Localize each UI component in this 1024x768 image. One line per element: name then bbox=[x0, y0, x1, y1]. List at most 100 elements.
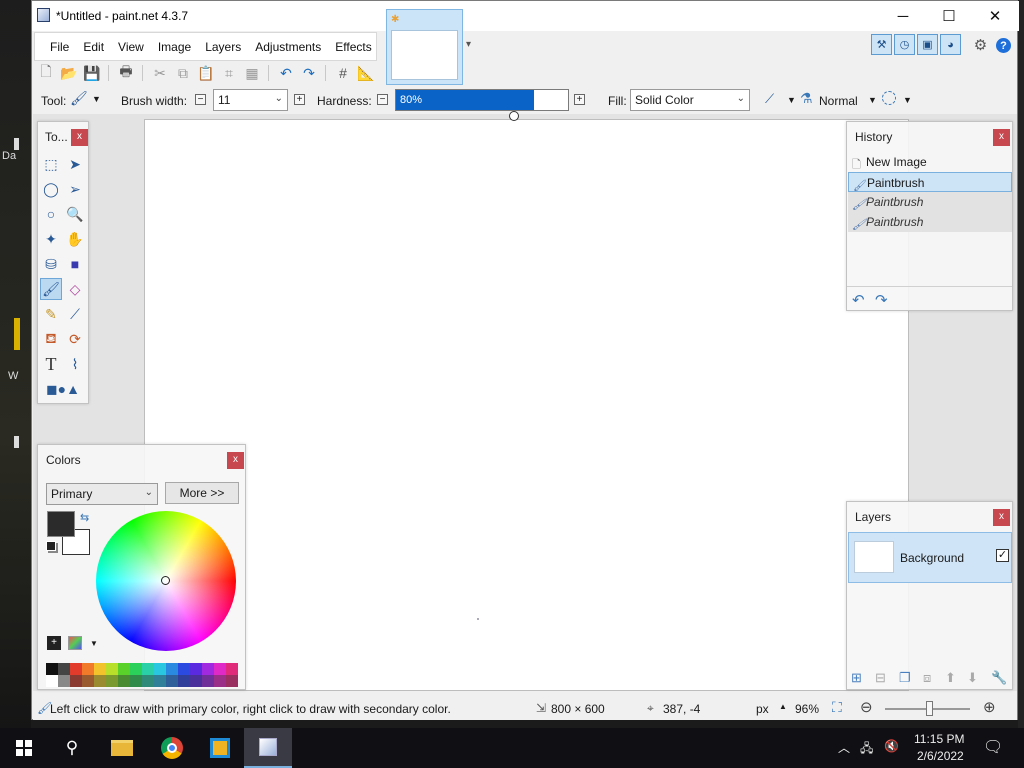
paint-bucket-icon[interactable]: ⛁ bbox=[40, 253, 62, 275]
recolor-icon[interactable]: ⟳ bbox=[64, 328, 86, 350]
tray-chevron-up-icon[interactable]: ︿ bbox=[838, 739, 850, 756]
volume-muted-icon[interactable]: 🔇 bbox=[884, 739, 899, 753]
crop-icon[interactable]: ⌗ bbox=[220, 64, 238, 82]
zoom-icon[interactable]: 🔍 bbox=[64, 203, 86, 225]
magic-wand-icon[interactable]: ✦ bbox=[40, 228, 62, 250]
selection-mode-chevron-icon[interactable]: ▼ bbox=[903, 95, 912, 105]
history-item-undone[interactable]: 🖌 Paintbrush bbox=[848, 192, 1012, 212]
blend-mode-chevron-icon[interactable]: ▼ bbox=[868, 95, 877, 105]
menu-effects[interactable]: Effects bbox=[328, 36, 378, 58]
menu-edit[interactable]: Edit bbox=[76, 36, 111, 58]
save-icon[interactable]: 💾 bbox=[83, 64, 101, 82]
grid-icon[interactable]: # bbox=[334, 64, 352, 82]
history-toggle-clock-icon[interactable]: ◷ bbox=[894, 34, 915, 55]
primary-color-swatch[interactable] bbox=[47, 511, 75, 537]
history-redo-icon[interactable]: ↷ bbox=[875, 291, 888, 309]
redo-icon[interactable]: ↷ bbox=[300, 64, 318, 82]
paste-icon[interactable]: 📋 bbox=[197, 64, 215, 82]
deselect-icon[interactable]: ▦ bbox=[243, 64, 261, 82]
lasso-select-icon[interactable]: ◯ bbox=[40, 178, 62, 200]
pencil-icon[interactable]: ✎ bbox=[40, 303, 62, 325]
paintbrush-icon[interactable]: 🖌 bbox=[40, 278, 62, 300]
add-layer-icon[interactable]: ⊞ bbox=[851, 670, 862, 686]
color-wheel-cursor[interactable] bbox=[161, 576, 170, 585]
layers-toggle-icon[interactable]: ▣ bbox=[917, 34, 938, 55]
network-icon[interactable]: 🖧 bbox=[860, 739, 873, 760]
hardness-increase-button[interactable]: + bbox=[574, 94, 585, 105]
canvas-resize-handle[interactable] bbox=[509, 111, 519, 121]
image-tab-thumbnail[interactable]: ✱ bbox=[386, 9, 463, 85]
color-mode-select[interactable]: Primary ⌄ bbox=[46, 483, 158, 505]
gradient-icon[interactable]: ■ bbox=[64, 253, 86, 275]
color-palette[interactable] bbox=[46, 663, 238, 687]
zoom-out-icon[interactable]: ⊖ bbox=[860, 698, 873, 716]
file-explorer-icon[interactable] bbox=[98, 728, 146, 768]
paintbrush-tool-icon[interactable]: 🖌 bbox=[70, 90, 88, 107]
history-panel-close-button[interactable]: x bbox=[993, 129, 1010, 146]
line-curve-icon[interactable]: ⌇ bbox=[64, 353, 86, 375]
history-undo-icon[interactable]: ↶ bbox=[852, 291, 865, 309]
selection-mode-icon[interactable] bbox=[882, 91, 896, 105]
layer-row[interactable]: Background ✓ bbox=[848, 532, 1012, 583]
units-up-icon[interactable]: ▲ bbox=[779, 702, 787, 711]
settings-gear-icon[interactable]: ⚙ bbox=[970, 34, 991, 55]
move-selection-icon[interactable]: ➢ bbox=[64, 178, 86, 200]
history-item-selected[interactable]: 🖌 Paintbrush bbox=[848, 172, 1012, 192]
color-picker-icon[interactable]: ⟋ bbox=[64, 303, 86, 325]
title-bar[interactable]: *Untitled - paint.net 4.3.7 ─ ☐ ✕ bbox=[32, 1, 1019, 31]
tools-toggle-hammer-icon[interactable]: ⚒ bbox=[871, 34, 892, 55]
virtualbox-icon[interactable] bbox=[196, 728, 244, 768]
add-color-icon[interactable]: + bbox=[47, 636, 61, 650]
copy-icon[interactable]: ⧉ bbox=[174, 64, 192, 82]
brush-width-decrease-button[interactable]: − bbox=[195, 94, 206, 105]
antialiasing-chevron-icon[interactable]: ▼ bbox=[787, 95, 796, 105]
layer-properties-wrench-icon[interactable]: 🔧 bbox=[991, 670, 1007, 686]
duplicate-layer-icon[interactable]: ❐ bbox=[899, 670, 911, 686]
chrome-icon[interactable] bbox=[148, 728, 196, 768]
zoom-value[interactable]: 96% bbox=[795, 702, 819, 716]
open-folder-icon[interactable]: 📂 bbox=[60, 64, 78, 82]
new-file-icon[interactable]: 🗋 bbox=[37, 63, 55, 82]
minimize-button[interactable]: ─ bbox=[880, 1, 926, 31]
eraser-icon[interactable]: ◇ bbox=[64, 278, 86, 300]
hardness-decrease-button[interactable]: − bbox=[377, 94, 388, 105]
menu-layers[interactable]: Layers bbox=[198, 36, 248, 58]
brush-width-select[interactable]: 11 ⌄ bbox=[213, 89, 288, 111]
ellipse-select-icon[interactable]: ○ bbox=[40, 203, 62, 225]
colors-toggle-wheel-icon[interactable]: ◕ bbox=[940, 34, 961, 55]
zoom-slider-thumb[interactable] bbox=[926, 701, 933, 716]
pan-hand-icon[interactable]: ✋ bbox=[64, 228, 86, 250]
antialiasing-icon[interactable]: ⟋ bbox=[765, 91, 774, 107]
clock-date[interactable]: 2/6/2022 bbox=[917, 749, 964, 763]
delete-layer-icon[interactable]: ⊟ bbox=[875, 670, 886, 686]
palette-chevron-icon[interactable]: ▼ bbox=[90, 639, 98, 648]
move-selected-pixels-icon[interactable]: ➤ bbox=[64, 153, 86, 175]
menu-view[interactable]: View bbox=[111, 36, 151, 58]
brush-width-increase-button[interactable]: + bbox=[294, 94, 305, 105]
swap-colors-icon[interactable]: ⇆ bbox=[80, 511, 89, 524]
reset-colors-icon[interactable] bbox=[46, 541, 56, 551]
hardness-slider[interactable]: 80% bbox=[395, 89, 569, 111]
search-icon[interactable]: ⚲ bbox=[48, 728, 96, 768]
notifications-icon[interactable]: 🗨 bbox=[983, 737, 1003, 757]
menu-adjustments[interactable]: Adjustments bbox=[248, 36, 328, 58]
undo-icon[interactable]: ↶ bbox=[277, 64, 295, 82]
clock-time[interactable]: 11:15 PM bbox=[914, 732, 964, 746]
history-item-undone[interactable]: 🖌 Paintbrush bbox=[848, 212, 1012, 232]
menu-file[interactable]: File bbox=[43, 36, 76, 58]
image-canvas[interactable] bbox=[144, 119, 909, 691]
more-colors-button[interactable]: More >> bbox=[165, 482, 239, 504]
print-icon[interactable]: 🖶 bbox=[117, 63, 135, 82]
text-tool-icon[interactable]: T bbox=[40, 353, 62, 375]
move-layer-down-icon[interactable]: ⬇ bbox=[967, 670, 978, 686]
units-select[interactable]: px bbox=[756, 702, 769, 716]
fill-select[interactable]: Solid Color ⌄ bbox=[630, 89, 750, 111]
tools-panel-close-button[interactable]: x bbox=[71, 129, 88, 146]
zoom-to-window-icon[interactable]: ⛶ bbox=[832, 699, 842, 716]
palette-icon[interactable] bbox=[68, 636, 82, 650]
start-windows-icon[interactable] bbox=[0, 728, 48, 768]
layer-visibility-checkbox[interactable]: ✓ bbox=[996, 549, 1009, 562]
clone-stamp-icon[interactable]: ⛾ bbox=[40, 328, 62, 350]
zoom-in-icon[interactable]: ⊕ bbox=[983, 698, 996, 716]
rectangle-select-icon[interactable]: ⬚ bbox=[40, 153, 62, 175]
